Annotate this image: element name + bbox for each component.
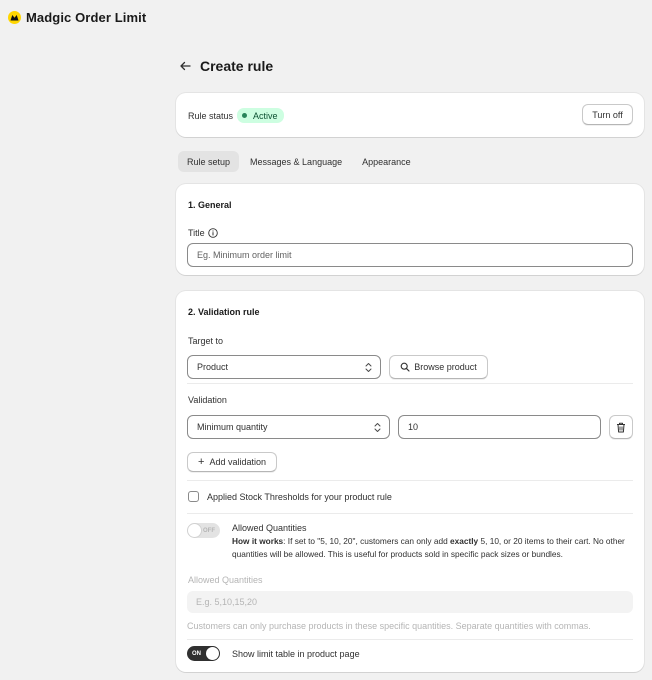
target-select[interactable]: Product	[187, 355, 381, 379]
title-field-label-row: Title	[188, 228, 218, 238]
rule-status-card: Rule status Active Turn off	[176, 93, 644, 137]
validation-value-input[interactable]: 10	[398, 415, 601, 439]
tab-bar: Rule setup Messages & Language Appearanc…	[178, 151, 422, 172]
add-validation-button[interactable]: + Add validation	[187, 452, 277, 472]
plus-icon: +	[198, 455, 205, 468]
howto-text-a: : If set to "5, 10, 20", customers can o…	[283, 536, 451, 546]
allowed-quantities-toggle[interactable]: OFF	[187, 523, 220, 538]
stock-thresholds-checkbox[interactable]	[188, 491, 199, 502]
tab-appearance[interactable]: Appearance	[353, 151, 420, 172]
app-header: Madgic Order Limit	[0, 0, 652, 34]
general-heading: 1. General	[188, 200, 232, 210]
trash-icon	[616, 422, 626, 433]
page-title: Create rule	[200, 58, 274, 74]
app-name: Madgic Order Limit	[26, 9, 147, 25]
howto-heading: How it works	[232, 536, 284, 546]
tab-rule-setup[interactable]: Rule setup	[178, 151, 240, 172]
toggle-knob	[206, 647, 219, 660]
status-badge-label: Active	[253, 110, 278, 121]
limit-table-label: Show limit table in product page	[232, 649, 360, 659]
rule-status-row: Rule status Active	[188, 108, 284, 123]
validation-type-select[interactable]: Minimum quantity	[187, 415, 390, 439]
rule-status-label: Rule status	[188, 110, 234, 121]
turn-off-button[interactable]: Turn off	[582, 104, 633, 125]
title-label: Title	[188, 228, 205, 238]
target-select-value: Product	[197, 362, 229, 372]
select-chevron-icon	[364, 362, 373, 373]
status-badge: Active	[237, 108, 284, 123]
divider	[187, 480, 633, 481]
title-input-placeholder: Eg. Minimum order limit	[197, 250, 292, 260]
divider	[187, 639, 633, 640]
status-dot-icon	[242, 113, 248, 118]
validation-type-value: Minimum quantity	[197, 422, 268, 432]
select-chevron-icon	[373, 422, 382, 433]
page-header: Create rule	[178, 55, 273, 77]
howto-emphasis: exactly	[450, 536, 479, 546]
allowed-quantities-placeholder: E.g. 5,10,15,20	[196, 597, 258, 607]
divider	[187, 383, 633, 384]
info-icon[interactable]	[207, 228, 218, 238]
delete-validation-button[interactable]	[609, 415, 633, 439]
tab-messages-language[interactable]: Messages & Language	[241, 151, 351, 172]
allowed-quantities-input[interactable]: E.g. 5,10,15,20	[187, 591, 633, 613]
allowed-quantities-help: Customers can only purchase products in …	[187, 621, 591, 631]
title-input[interactable]: Eg. Minimum order limit	[187, 243, 633, 267]
target-label: Target to	[188, 336, 224, 346]
arrow-left-icon[interactable]	[178, 59, 192, 73]
allowed-quantities-description: How it works: If set to "5, 10, 20", cus…	[232, 535, 634, 560]
app-logo-icon	[8, 10, 21, 24]
validation-heading: 2. Validation rule	[188, 307, 260, 317]
general-card: 1. General Title Eg. Minimum order limit	[176, 184, 644, 275]
limit-table-toggle[interactable]: ON	[187, 646, 220, 661]
allowed-quantities-title: Allowed Quantities	[232, 523, 307, 533]
toggle-state-label: ON	[192, 650, 201, 657]
toggle-knob	[188, 524, 201, 537]
allowed-quantities-field-label: Allowed Quantities	[188, 575, 263, 585]
browse-product-button[interactable]: Browse product	[389, 355, 488, 379]
validation-value: 10	[408, 422, 419, 432]
stock-thresholds-label: Applied Stock Thresholds for your produc…	[207, 492, 392, 502]
toggle-state-label: OFF	[203, 527, 215, 534]
add-validation-label: Add validation	[209, 457, 266, 467]
divider	[187, 513, 633, 514]
validation-label: Validation	[188, 395, 227, 405]
browse-product-label: Browse product	[414, 362, 477, 372]
search-icon	[400, 362, 410, 372]
validation-rule-card: 2. Validation rule Target to Product Bro…	[176, 291, 644, 672]
